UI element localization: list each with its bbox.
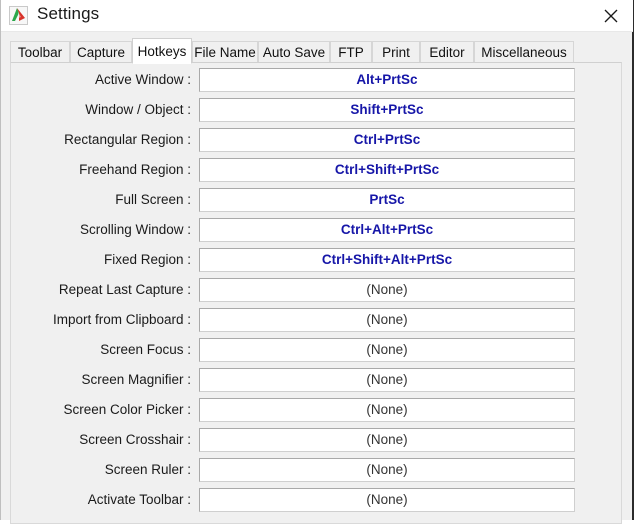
hotkey-row-full-screen: Full Screen : PrtSc: [11, 187, 621, 217]
hotkey-row-active-window: Active Window : Alt+PrtSc: [11, 67, 621, 97]
hotkey-row-screen-focus: Screen Focus : (None): [11, 337, 621, 367]
window-title: Settings: [37, 4, 100, 23]
hotkey-row-fixed-region: Fixed Region : Ctrl+Shift+Alt+PrtSc: [11, 247, 621, 277]
tab-editor[interactable]: Editor: [420, 41, 474, 63]
hotkey-input-screen-color-picker[interactable]: (None): [199, 398, 575, 422]
hotkey-input-fixed-region[interactable]: Ctrl+Shift+Alt+PrtSc: [199, 248, 575, 272]
hotkey-input-import-from-clipboard[interactable]: (None): [199, 308, 575, 332]
hotkey-row-import-from-clipboard: Import from Clipboard : (None): [11, 307, 621, 337]
settings-tab-strip: Toolbar Capture Hotkeys File Name Auto Save F…: [10, 38, 622, 64]
tab-file-name[interactable]: File Name: [192, 41, 258, 63]
picpick-logo-icon: [9, 6, 28, 25]
tab-ftp[interactable]: FTP: [330, 41, 372, 63]
hotkey-row-window-object: Window / Object : Shift+PrtSc: [11, 97, 621, 127]
title-bar: Settings: [1, 0, 633, 32]
hotkey-input-rectangular-region[interactable]: Ctrl+PrtSc: [199, 128, 575, 152]
hotkey-row-screen-color-picker: Screen Color Picker : (None): [11, 397, 621, 427]
hotkey-row-scrolling-window: Scrolling Window : Ctrl+Alt+PrtSc: [11, 217, 621, 247]
hotkey-row-screen-magnifier: Screen Magnifier : (None): [11, 367, 621, 397]
hotkey-label-window-object: Window / Object :: [85, 102, 191, 117]
hotkey-label-scrolling-window: Scrolling Window :: [79, 222, 191, 237]
tab-miscellaneous[interactable]: Miscellaneous: [474, 41, 574, 63]
hotkey-input-scrolling-window[interactable]: Ctrl+Alt+PrtSc: [199, 218, 575, 242]
close-button[interactable]: [597, 2, 625, 28]
hotkey-input-screen-ruler[interactable]: (None): [199, 458, 575, 482]
hotkey-row-repeat-last-capture: Repeat Last Capture : (None): [11, 277, 621, 307]
hotkey-label-full-screen: Full Screen :: [115, 192, 191, 207]
hotkey-input-activate-toolbar[interactable]: (None): [199, 488, 575, 512]
hotkey-label-active-window: Active Window :: [94, 72, 191, 87]
hotkeys-panel: Active Window : Alt+PrtSc Window / Object …: [10, 62, 622, 524]
hotkey-input-screen-focus[interactable]: (None): [199, 338, 575, 362]
hotkey-label-import-from-clipboard: Import from Clipboard :: [52, 312, 191, 327]
hotkey-label-freehand-region: Freehand Region :: [79, 162, 191, 177]
hotkey-label-screen-magnifier: Screen Magnifier :: [81, 372, 191, 387]
hotkey-label-screen-focus: Screen Focus :: [100, 342, 191, 357]
tab-auto-save[interactable]: Auto Save: [258, 41, 330, 63]
hotkey-row-activate-toolbar: Activate Toolbar : (None): [11, 487, 621, 517]
tab-hotkeys[interactable]: Hotkeys: [132, 38, 192, 64]
hotkey-input-active-window[interactable]: Alt+PrtSc: [199, 68, 575, 92]
tab-toolbar[interactable]: Toolbar: [10, 41, 70, 63]
settings-window: Settings Toolbar Capture Hotkeys File Name A…: [0, 0, 634, 524]
hotkey-label-screen-color-picker: Screen Color Picker :: [63, 402, 191, 417]
hotkey-label-screen-ruler: Screen Ruler :: [104, 462, 191, 477]
hotkey-input-screen-crosshair[interactable]: (None): [199, 428, 575, 452]
hotkey-label-screen-crosshair: Screen Crosshair :: [79, 432, 191, 447]
hotkey-row-freehand-region: Freehand Region : Ctrl+Shift+PrtSc: [11, 157, 621, 187]
hotkey-input-repeat-last-capture[interactable]: (None): [199, 278, 575, 302]
close-icon: [604, 9, 618, 23]
hotkey-row-screen-crosshair: Screen Crosshair : (None): [11, 427, 621, 457]
hotkey-row-rectangular-region: Rectangular Region : Ctrl+PrtSc: [11, 127, 621, 157]
hotkey-input-freehand-region[interactable]: Ctrl+Shift+PrtSc: [199, 158, 575, 182]
hotkey-input-window-object[interactable]: Shift+PrtSc: [199, 98, 575, 122]
tab-print[interactable]: Print: [372, 41, 420, 63]
hotkey-row-screen-ruler: Screen Ruler : (None): [11, 457, 621, 487]
tab-capture[interactable]: Capture: [70, 41, 132, 63]
hotkey-label-rectangular-region: Rectangular Region :: [64, 132, 191, 147]
hotkey-label-activate-toolbar: Activate Toolbar :: [87, 492, 191, 507]
hotkey-label-repeat-last-capture: Repeat Last Capture :: [58, 282, 191, 297]
hotkey-input-full-screen[interactable]: PrtSc: [199, 188, 575, 212]
hotkey-label-fixed-region: Fixed Region :: [103, 252, 191, 267]
hotkey-input-screen-magnifier[interactable]: (None): [199, 368, 575, 392]
